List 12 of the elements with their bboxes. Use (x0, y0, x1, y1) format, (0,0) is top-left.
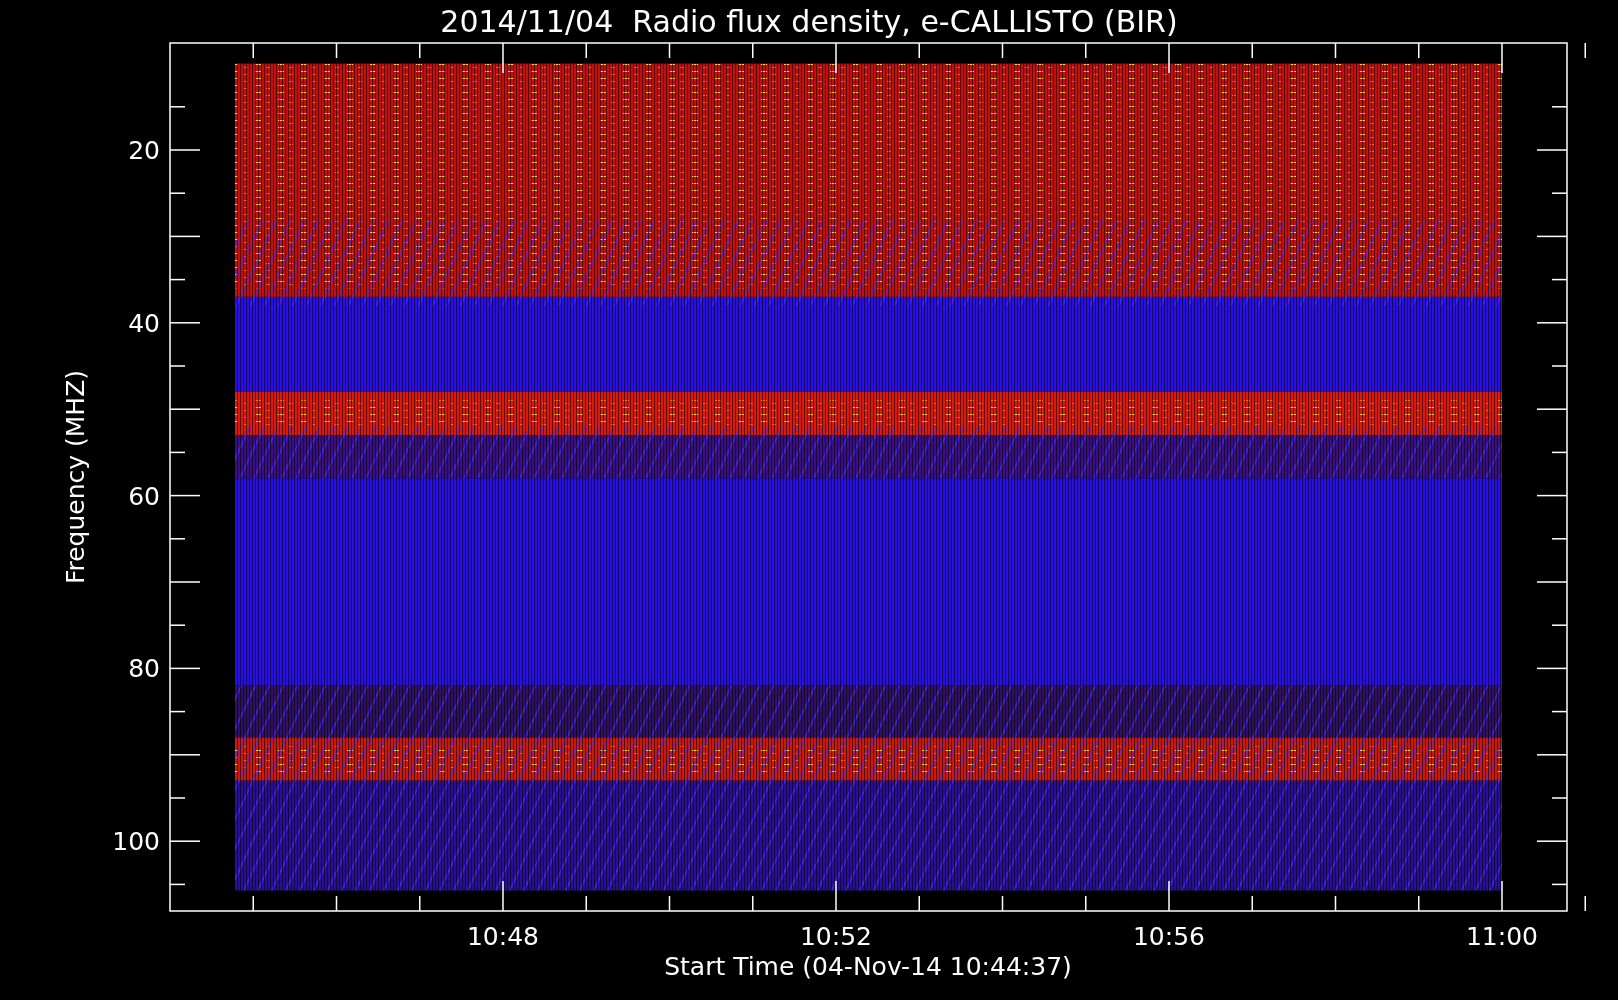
y-tick-label: 20 (128, 136, 160, 165)
plot-title: 2014/11/04 Radio flux density, e-CALLISTO (BIR) (440, 4, 1178, 39)
x-tick-label: 10:52 (800, 922, 872, 951)
y-tick-label: 80 (128, 654, 160, 684)
x-tick-label: 10:56 (1133, 922, 1205, 951)
y-tick-label: 100 (112, 827, 160, 857)
x-tick-label: 10:48 (467, 922, 539, 951)
y-tick-label: 40 (128, 308, 160, 338)
x-tick-label: 11:00 (1466, 922, 1538, 951)
x-axis-label: Start Time (04-Nov-14 10:44:37) (664, 952, 1072, 981)
y-tick-label: 60 (128, 481, 160, 511)
y-axis-label: Frequency (MHZ) (61, 369, 90, 585)
